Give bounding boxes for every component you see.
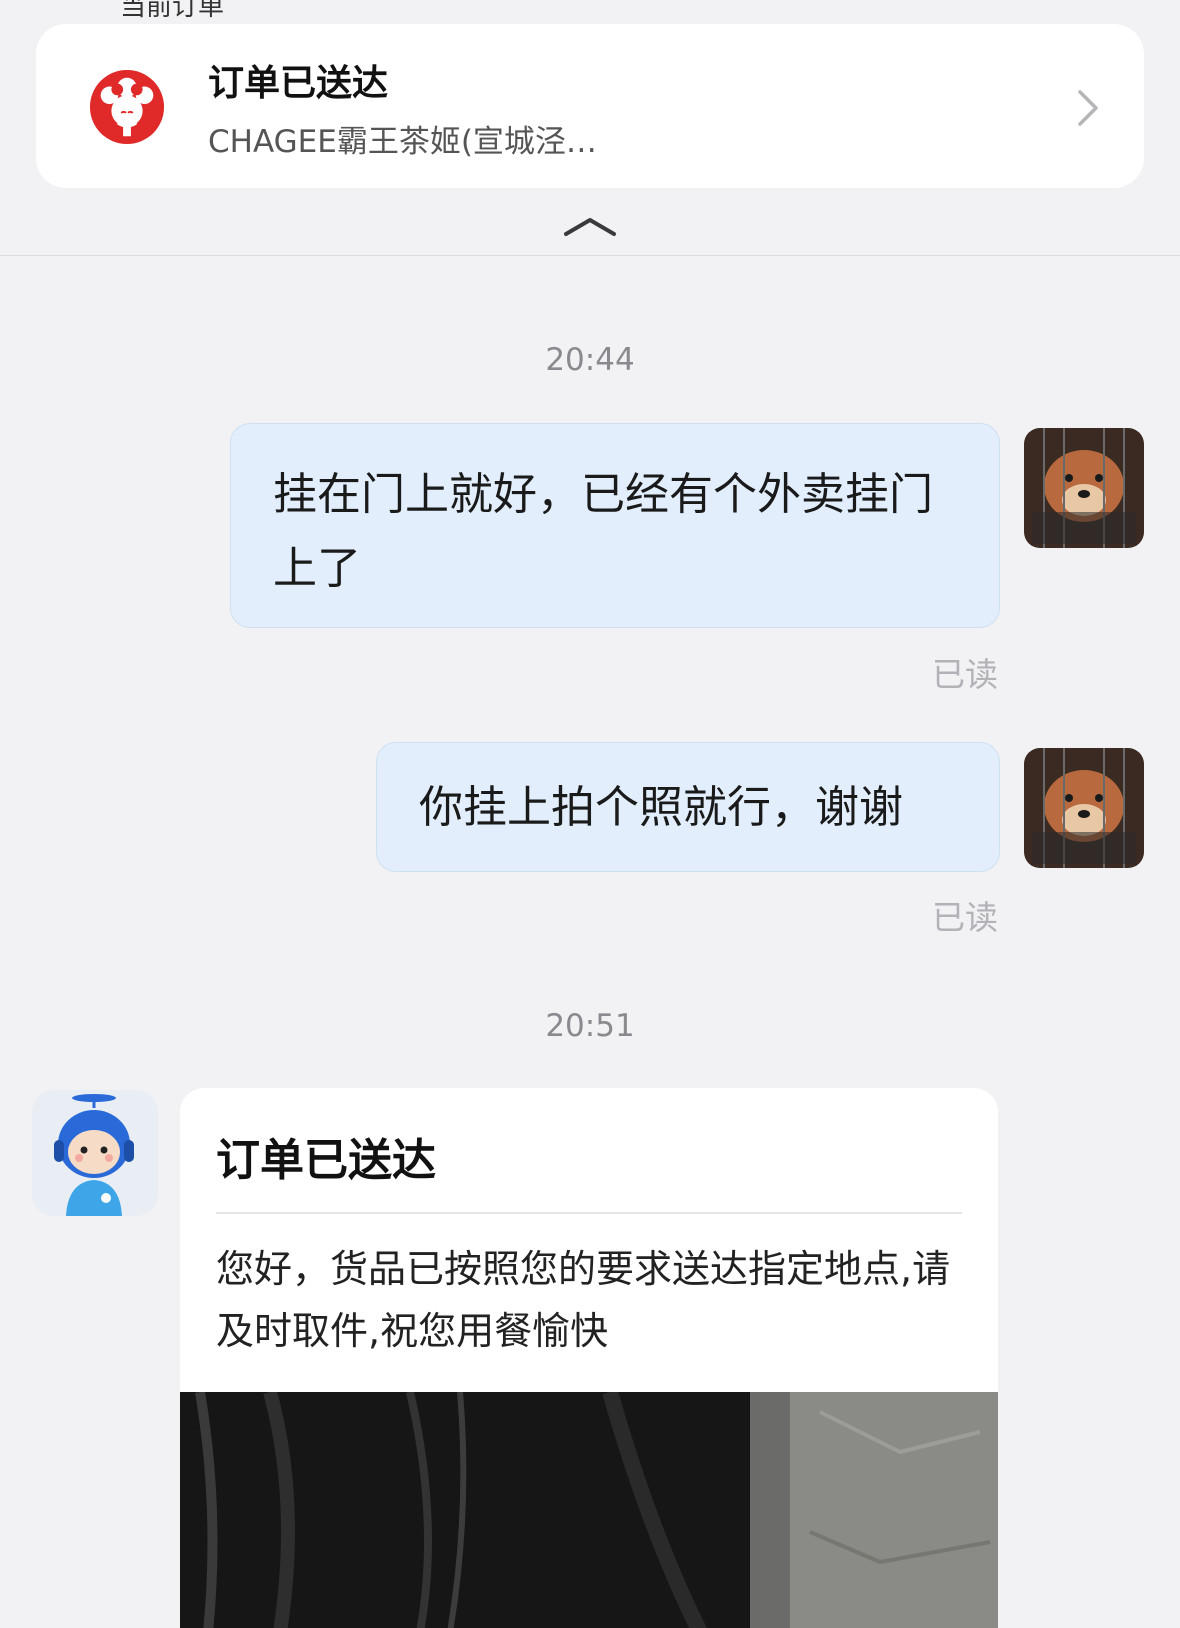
- divider: [0, 255, 1180, 256]
- order-card-shop-name: CHAGEE霸王茶姬(宣城泾…: [208, 124, 597, 160]
- delivery-bot-avatar-icon: [54, 1094, 134, 1216]
- divider: [216, 1212, 962, 1214]
- chevron-right-icon[interactable]: [1076, 88, 1100, 128]
- chevron-up-icon[interactable]: [562, 216, 618, 238]
- bot-avatar[interactable]: [32, 1090, 158, 1216]
- chagee-logo-icon: [89, 69, 165, 145]
- message-timestamp: 20:44: [545, 342, 635, 378]
- user-avatar[interactable]: [1024, 748, 1144, 868]
- message-bubble[interactable]: 挂在门上就好，已经有个外卖挂门上了: [230, 423, 1000, 628]
- delivery-photo[interactable]: [180, 1392, 998, 1628]
- read-status: 已读: [932, 898, 998, 937]
- message-bubble[interactable]: 你挂上拍个照就行，谢谢: [376, 742, 1000, 872]
- user-avatar[interactable]: [1024, 428, 1144, 548]
- current-order-label: 当前订单: [120, 0, 225, 22]
- message-timestamp: 20:51: [545, 1008, 635, 1044]
- delivery-notice-card[interactable]: 订单已送达 您好，货品已按照您的要求送达指定地点,请及时取件,祝您用餐愉快: [180, 1088, 998, 1628]
- dog-avatar-icon: [1024, 428, 1144, 548]
- order-card-title: 订单已送达: [208, 63, 389, 104]
- read-status: 已读: [932, 655, 998, 694]
- dog-avatar-icon: [1024, 748, 1144, 868]
- order-status-card[interactable]: 订单已送达 CHAGEE霸王茶姬(宣城泾…: [36, 24, 1144, 188]
- notice-title: 订单已送达: [216, 1135, 436, 1186]
- notice-body: 您好，货品已按照您的要求送达指定地点,请及时取件,祝您用餐愉快: [216, 1247, 951, 1353]
